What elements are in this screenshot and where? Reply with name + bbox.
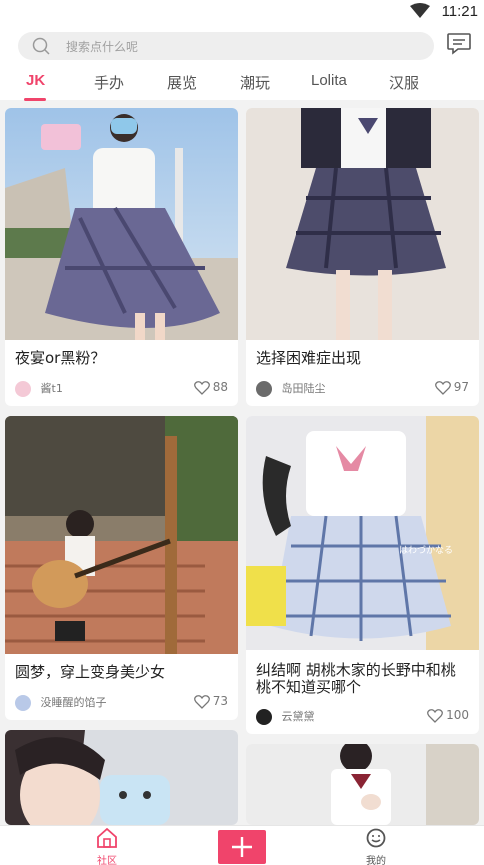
wifi-icon [410, 3, 430, 18]
post-author: 岛田陆尘 [256, 380, 326, 397]
like-button[interactable]: 88 [193, 380, 228, 395]
post-card[interactable]: 夜宴or黑粉？ 酱t1 88 [5, 108, 238, 406]
profile-icon [366, 828, 386, 848]
post-title: 纠结啊 胡桃木家的长野中和桃桃不知道买哪个 [256, 661, 456, 696]
like-button[interactable]: 100 [427, 708, 469, 723]
post-card[interactable] [246, 744, 479, 825]
post-title: 选择困难症出现 [256, 349, 362, 367]
post-photo: はわづかなる [246, 416, 479, 650]
avatar [15, 695, 31, 711]
message-icon[interactable] [446, 32, 472, 56]
bottom-nav: 社区 我的 [0, 825, 484, 865]
tab-exhibitions[interactable]: 展览 [167, 72, 197, 100]
post-author: 云黛黛 [256, 708, 315, 725]
search-icon [32, 37, 50, 55]
photo-caption: はわづかなる [399, 545, 453, 556]
post-card[interactable]: はわづかなる 纠结啊 胡桃木家的长野中和桃桃不知道买哪个 云黛黛 100 [246, 416, 479, 734]
tab-jk[interactable]: JK [26, 72, 45, 100]
avatar [256, 709, 272, 725]
post-card[interactable]: 圆梦，穿上变身美少女 没睡醒的馅子 73 [5, 416, 238, 720]
post-author: 没睡醒的馅子 [15, 694, 107, 711]
header: 搜索点什么呢 JK 手办 展览 潮玩 Lolita 汉服 [0, 24, 484, 101]
home-icon [97, 827, 117, 848]
post-photo [246, 108, 479, 340]
like-count: 88 [212, 380, 228, 394]
search-placeholder: 搜索点什么呢 [66, 40, 139, 54]
like-count: 97 [453, 380, 469, 394]
post-photo [246, 744, 479, 825]
post-photo [5, 108, 238, 340]
like-button[interactable]: 97 [434, 380, 469, 395]
avatar [256, 381, 272, 397]
tab-trendy-toys[interactable]: 潮玩 [240, 72, 270, 100]
like-count: 100 [446, 708, 469, 722]
author-name: 没睡醒的馅子 [40, 696, 107, 709]
post-photo [5, 416, 238, 654]
author-name: 云黛黛 [281, 710, 315, 723]
post-title: 圆梦，穿上变身美少女 [15, 663, 166, 681]
nav-community-label: 社区 [97, 856, 117, 865]
heart-icon [427, 708, 444, 723]
add-post-button[interactable] [218, 830, 266, 864]
post-card[interactable]: 选择困难症出现 岛田陆尘 97 [246, 108, 479, 406]
author-name: 酱t1 [40, 382, 63, 395]
post-author: 酱t1 [15, 380, 63, 397]
avatar [15, 381, 31, 397]
tab-figures[interactable]: 手办 [94, 72, 124, 100]
active-tab-indicator [24, 98, 46, 101]
post-card[interactable] [5, 730, 238, 825]
nav-community[interactable]: 社区 [77, 827, 137, 865]
category-tabs: JK 手办 展览 潮玩 Lolita 汉服 [0, 72, 484, 101]
plus-icon [232, 837, 252, 857]
heart-icon [434, 380, 451, 395]
tab-lolita[interactable]: Lolita [311, 72, 347, 100]
status-time: 11:21 [441, 3, 478, 20]
post-title: 夜宴or黑粉？ [15, 349, 106, 367]
like-count: 73 [212, 694, 228, 708]
like-button[interactable]: 73 [193, 694, 228, 709]
status-bar: 11:21 [0, 0, 484, 24]
heart-icon [193, 694, 210, 709]
heart-icon [193, 380, 210, 395]
tab-hanfu[interactable]: 汉服 [389, 72, 419, 100]
post-photo [5, 730, 238, 825]
nav-mine-label: 我的 [366, 856, 386, 865]
author-name: 岛田陆尘 [281, 382, 326, 395]
nav-mine[interactable]: 我的 [346, 828, 406, 865]
search-input[interactable]: 搜索点什么呢 [18, 32, 434, 60]
